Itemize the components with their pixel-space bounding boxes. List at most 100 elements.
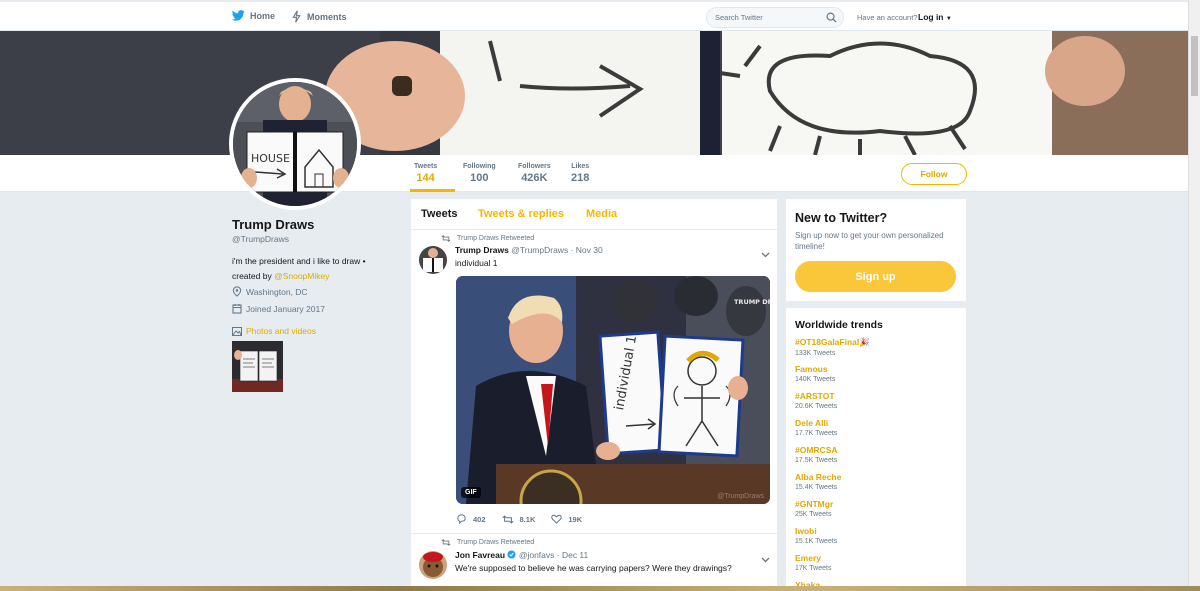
trend-item[interactable]: Iwobi 15.1K Tweets — [795, 526, 837, 545]
os-taskbar-edge — [0, 586, 1200, 591]
trend-name: Alba Reche — [795, 472, 842, 482]
bio-mention-link[interactable]: @SnoopMikey — [274, 271, 329, 281]
new-to-twitter-module: New to Twitter? Sign up now to get your … — [786, 199, 966, 301]
stat-tweets[interactable]: Tweets 144 — [414, 163, 437, 184]
stat-value: 144 — [416, 172, 435, 184]
stat-likes[interactable]: Likes 218 — [571, 163, 589, 184]
trends-module: Worldwide trends #OT18GalaFinal🎉 133K Twe… — [786, 308, 966, 591]
follow-button[interactable]: Follow — [901, 163, 967, 185]
trend-count: 140K Tweets — [795, 376, 836, 383]
trend-name: Emery — [795, 553, 821, 563]
profile-avatar[interactable]: HOUSE — [229, 78, 361, 210]
calendar-icon — [232, 304, 242, 314]
tweet-actions: 402 8.1K 19K — [456, 514, 598, 524]
retweet-action[interactable]: 8.1K — [502, 514, 535, 524]
stat-label: Followers — [518, 163, 551, 170]
nav-home[interactable]: Home — [232, 10, 275, 21]
tweet-header: Trump Draws @TrumpDraws · Nov 30 — [455, 245, 603, 255]
tweet-author-name[interactable]: Jon Favreau — [455, 550, 505, 560]
trend-count: 15.1K Tweets — [795, 538, 838, 545]
trend-item[interactable]: Famous 140K Tweets — [795, 364, 835, 383]
tweet-author-handle[interactable]: @jonfavs — [519, 550, 555, 560]
twitter-bird-icon — [232, 10, 245, 21]
top-navigation-bar: Home Moments Have an account? Log in ▼ — [0, 0, 1192, 31]
lightning-icon — [292, 10, 301, 23]
retweet-label: Trump Draws Retweeted — [457, 539, 535, 546]
trend-item[interactable]: Alba Reche 15.4K Tweets — [795, 472, 841, 491]
trend-name: Dele Alli — [795, 418, 829, 428]
stat-value: 426K — [521, 172, 548, 184]
banner-image — [0, 31, 1188, 155]
trends-heading: Worldwide trends — [795, 319, 883, 331]
reply-action[interactable]: 402 — [456, 514, 486, 524]
search-input[interactable] — [715, 13, 825, 22]
page-scrollbar[interactable] — [1188, 0, 1200, 591]
stat-value: 100 — [470, 172, 489, 184]
new-to-twitter-heading: New to Twitter? — [795, 211, 888, 225]
search-icon[interactable] — [826, 12, 837, 23]
trend-item[interactable]: #OMRCSA 17.5K Tweets — [795, 445, 838, 464]
new-to-twitter-subtext: Sign up now to get your own personalized… — [795, 231, 944, 251]
tweet-item[interactable]: Trump Draws Retweeted Jon Favreau @jonfa… — [411, 533, 777, 591]
joined-text: Joined January 2017 — [246, 303, 325, 314]
nav-moments[interactable]: Moments — [291, 10, 347, 23]
trend-item[interactable]: Dele Alli 17.7K Tweets — [795, 418, 837, 437]
trend-count: 17.7K Tweets — [795, 430, 838, 437]
tab-media[interactable]: Media — [586, 208, 617, 220]
retweet-indicator: Trump Draws Retweeted — [441, 539, 534, 546]
stat-followers[interactable]: Followers 426K — [518, 163, 551, 184]
retweet-label: Trump Draws Retweeted — [457, 235, 535, 242]
reply-icon — [457, 514, 466, 524]
chevron-down-icon — [761, 557, 770, 563]
tweet-author-handle[interactable]: @TrumpDraws — [511, 245, 568, 255]
profile-location: Washington, DC — [232, 286, 308, 297]
profile-bio: i'm the president and i like to draw • c… — [232, 254, 392, 284]
home-label: Home — [250, 10, 276, 21]
like-action[interactable]: 19K — [551, 514, 582, 524]
tweet-item[interactable]: Trump Draws Retweeted Trump Draws @Trump… — [411, 230, 777, 540]
login-label: Log in — [918, 12, 944, 22]
gif-badge: GIF — [461, 487, 481, 498]
trend-item[interactable]: #OT18GalaFinal🎉 133K Tweets — [795, 337, 870, 357]
stat-following[interactable]: Following 100 — [463, 163, 496, 184]
media-logo-text: TRUMP DRAWS — [734, 298, 770, 306]
verified-badge-icon — [507, 550, 517, 559]
media-watermark: @TrumpDraws — [717, 493, 764, 500]
trend-name: Famous — [795, 364, 828, 374]
trend-item[interactable]: Emery 17K Tweets — [795, 553, 831, 572]
location-text: Washington, DC — [246, 286, 308, 297]
location-pin-icon — [232, 286, 242, 297]
tweet-text: We're supposed to believe he was carryin… — [455, 563, 732, 573]
tab-tweets[interactable]: Tweets — [421, 208, 457, 220]
caret-down-icon: ▼ — [945, 16, 952, 22]
tweet-avatar[interactable] — [419, 246, 447, 274]
trend-item[interactable]: #GNTMgr 25K Tweets — [795, 499, 833, 518]
tweet-date[interactable]: · Nov 30 — [571, 245, 603, 255]
scrollbar-thumb[interactable] — [1191, 36, 1198, 96]
tweet-menu-caret[interactable] — [761, 552, 770, 566]
tweet-author-name[interactable]: Trump Draws — [455, 245, 509, 255]
login-link[interactable]: Log in ▼ — [918, 12, 952, 22]
trend-count: 15.4K Tweets — [795, 484, 838, 491]
thumbnail-image — [232, 341, 283, 392]
signup-button[interactable]: Sign up — [795, 261, 956, 292]
profile-name: Trump Draws — [232, 217, 315, 232]
photos-label: Photos and videos — [246, 326, 316, 336]
trend-item[interactable]: #ARSTOT 20.6K Tweets — [795, 391, 837, 410]
avatar-image — [419, 551, 447, 579]
moments-label: Moments — [307, 11, 347, 22]
like-count: 19K — [568, 514, 583, 524]
retweet-icon — [502, 514, 514, 524]
retweet-indicator: Trump Draws Retweeted — [441, 235, 534, 242]
tab-tweets-and-replies[interactable]: Tweets & replies — [478, 208, 564, 220]
media-thumbnail[interactable] — [232, 341, 283, 392]
trend-count: 17.5K Tweets — [795, 457, 838, 464]
tweet-menu-caret[interactable] — [761, 247, 770, 261]
trend-count: 17K Tweets — [795, 565, 832, 572]
tweet-avatar[interactable] — [419, 551, 447, 579]
photos-and-videos-link[interactable]: Photos and videos — [232, 326, 316, 336]
retweet-icon — [441, 235, 451, 242]
avatar-drawing-text: HOUSE — [251, 152, 290, 165]
tweet-media-gif[interactable]: individual 1 TRUMP DRAWS GIF @TrumpDraws — [456, 276, 770, 504]
tweet-date[interactable]: · Dec 11 — [557, 550, 589, 560]
